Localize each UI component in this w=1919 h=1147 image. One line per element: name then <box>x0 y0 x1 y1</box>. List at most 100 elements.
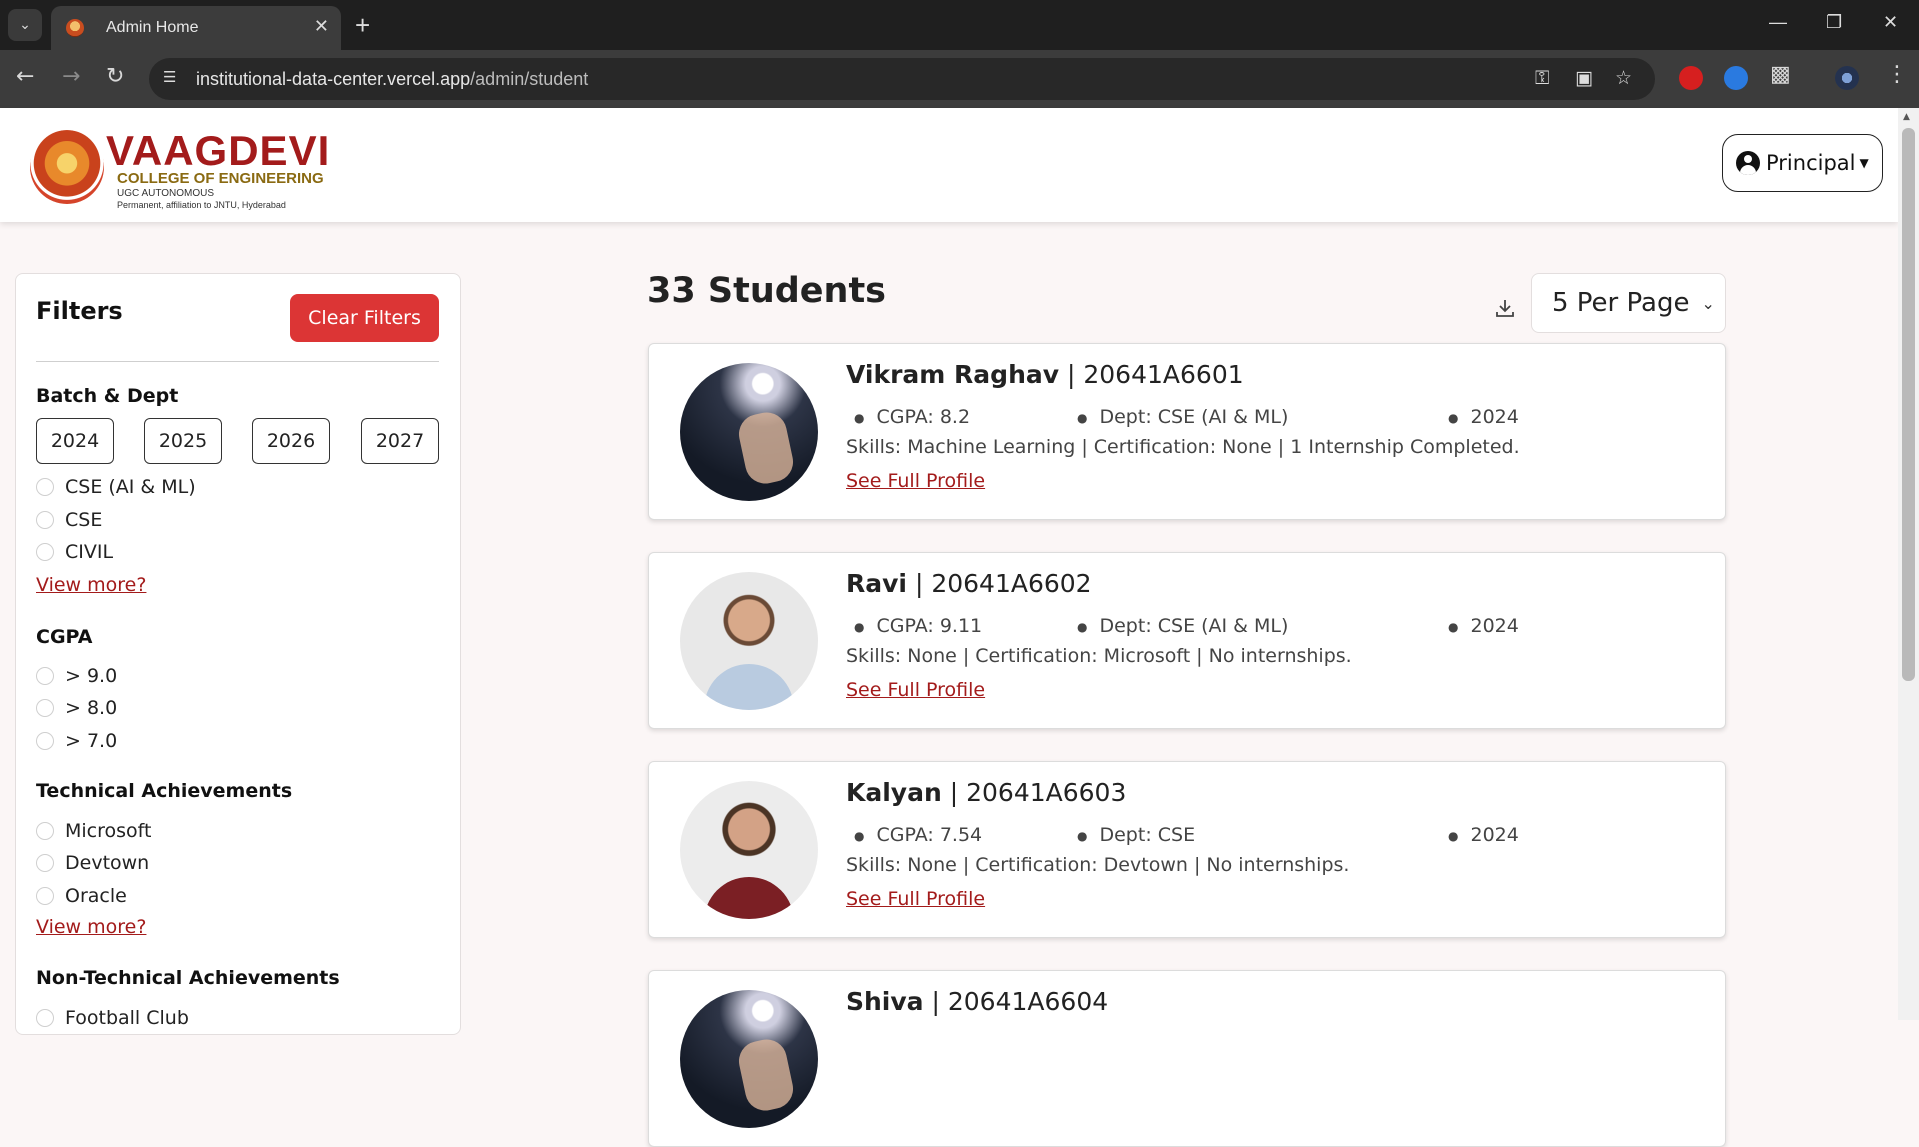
year-2026-button[interactable]: 2026 <box>252 418 330 464</box>
year-2024-button[interactable]: 2024 <box>36 418 114 464</box>
option-label: > 8.0 <box>65 697 118 719</box>
student-avatar <box>680 363 818 501</box>
url-path: /admin/student <box>470 69 589 89</box>
student-roll: 20641A6604 <box>947 987 1109 1016</box>
active-tab[interactable]: Admin Home ✕ <box>51 6 341 50</box>
extension-blue-icon[interactable] <box>1724 66 1748 90</box>
cgpa-option[interactable]: > 9.0 <box>36 664 117 688</box>
filters-panel: Filters Clear Filters Batch & Dept 2024 … <box>15 273 461 1035</box>
radio-button[interactable] <box>36 511 54 529</box>
dept-text: Dept: CSE <box>1099 824 1196 846</box>
site-info-icon[interactable]: ☰ <box>163 68 183 88</box>
radio-button[interactable] <box>36 667 54 685</box>
cgpa-text: CGPA: 8.2 <box>876 406 971 428</box>
student-avatar <box>680 572 818 710</box>
tab-search-button[interactable]: ⌄ <box>8 9 42 41</box>
user-circle-icon <box>1736 151 1760 175</box>
batch-dept-title: Batch & Dept <box>36 385 179 407</box>
cgpa-text: CGPA: 7.54 <box>876 824 983 846</box>
radio-button[interactable] <box>36 699 54 717</box>
favicon-icon <box>66 19 84 37</box>
option-label: > 7.0 <box>65 730 118 752</box>
student-name-line: Kalyan | 20641A6603 <box>846 778 1127 807</box>
student-name-line: Ravi | 20641A6602 <box>846 569 1092 598</box>
logo-ugc-text: UGC AUTONOMOUS <box>117 188 215 199</box>
install-app-icon[interactable]: ▣ <box>1575 67 1593 89</box>
radio-button[interactable] <box>36 543 54 561</box>
cgpa-option[interactable]: > 8.0 <box>36 696 117 720</box>
logo-title: VAAGDEVI <box>106 127 331 174</box>
student-dept: ● Dept: CSE (AI & ML) <box>1077 406 1289 428</box>
tab-title: Admin Home <box>106 19 199 36</box>
minimize-button[interactable]: — <box>1769 12 1787 33</box>
student-year: ● 2024 <box>1448 615 1519 637</box>
see-full-profile-link[interactable]: See Full Profile <box>846 888 985 910</box>
address-bar-row: ← → ↻ ☰ institutional-data-center.vercel… <box>0 50 1919 108</box>
scrollbar-thumb[interactable] <box>1902 128 1915 681</box>
user-menu-button[interactable]: Principal ▼ <box>1722 134 1883 192</box>
per-page-select[interactable]: 5 Per Page ⌄ <box>1531 273 1726 333</box>
radio-button[interactable] <box>36 854 54 872</box>
student-name: Kalyan <box>846 778 942 807</box>
radio-button[interactable] <box>36 822 54 840</box>
clear-filters-button[interactable]: Clear Filters <box>290 294 439 342</box>
tech-option[interactable]: Microsoft <box>36 819 151 843</box>
dept-option[interactable]: CSE <box>36 508 102 532</box>
year-2027-button[interactable]: 2027 <box>361 418 439 464</box>
option-label: CIVIL <box>65 541 114 563</box>
profile-avatar-icon[interactable] <box>1835 66 1859 90</box>
bookmark-star-icon[interactable]: ☆ <box>1615 67 1632 89</box>
forward-icon[interactable]: → <box>62 64 80 89</box>
dept-option[interactable]: CSE (AI & ML) <box>36 475 196 499</box>
dept-view-more-link[interactable]: View more? <box>36 574 146 596</box>
tech-option[interactable]: Devtown <box>36 851 149 875</box>
extensions-puzzle-icon[interactable]: ▩ <box>1770 62 1791 87</box>
browser-tab-bar: ⌄ Admin Home ✕ + — ❐ ✕ <box>0 0 1919 50</box>
download-icon[interactable] <box>1494 297 1516 319</box>
student-card: Ravi | 20641A6602 ● CGPA: 9.11 ● Dept: CSE… <box>648 552 1726 729</box>
close-tab-icon[interactable]: ✕ <box>314 16 329 37</box>
tech-view-more-link[interactable]: View more? <box>36 916 146 938</box>
radio-button[interactable] <box>36 1009 54 1027</box>
chevron-down-icon: ⌄ <box>1701 293 1715 313</box>
extension-adblock-icon[interactable] <box>1679 66 1703 90</box>
option-label: CSE (AI & ML) <box>65 476 196 498</box>
nontech-option[interactable]: Football Club <box>36 1006 189 1030</box>
new-tab-button[interactable]: + <box>355 10 370 41</box>
restore-button[interactable]: ❐ <box>1826 12 1842 33</box>
caret-down-icon: ▼ <box>1859 156 1869 170</box>
student-name: Ravi <box>846 569 907 598</box>
see-full-profile-link[interactable]: See Full Profile <box>846 470 985 492</box>
student-details: Skills: Machine Learning | Certification… <box>846 436 1520 458</box>
browser-menu-icon[interactable]: ⋮ <box>1886 62 1908 87</box>
option-label: Devtown <box>65 852 150 874</box>
filters-divider <box>36 361 439 362</box>
user-menu-label: Principal <box>1766 151 1856 175</box>
student-card: Kalyan | 20641A6603 ● CGPA: 7.54 ● Dept: C… <box>648 761 1726 938</box>
student-details: Skills: None | Certification: Microsoft … <box>846 645 1352 667</box>
year-text: 2024 <box>1470 615 1519 637</box>
student-count: 33 Students <box>647 271 887 311</box>
option-label: > 9.0 <box>65 665 118 687</box>
url-input[interactable]: ☰ institutional-data-center.vercel.app/a… <box>149 58 1655 100</box>
radio-button[interactable] <box>36 732 54 750</box>
cgpa-option[interactable]: > 7.0 <box>36 729 117 753</box>
see-full-profile-link[interactable]: See Full Profile <box>846 679 985 701</box>
dept-option[interactable]: CIVIL <box>36 540 113 564</box>
logo-affiliation-text: Permanent, affiliation to JNTU, Hyderaba… <box>117 200 286 210</box>
student-details: Skills: None | Certification: Devtown | … <box>846 854 1350 876</box>
reload-icon[interactable]: ↻ <box>106 64 124 89</box>
student-roll: 20641A6602 <box>931 569 1092 598</box>
scroll-up-icon[interactable]: ▲ <box>1903 112 1910 122</box>
radio-button[interactable] <box>36 478 54 496</box>
page-scrollbar[interactable]: ▲ <box>1898 108 1919 1020</box>
student-roll: 20641A6601 <box>1083 360 1244 389</box>
year-2025-button[interactable]: 2025 <box>144 418 222 464</box>
radio-button[interactable] <box>36 887 54 905</box>
url-text: institutional-data-center.vercel.app/adm… <box>196 69 588 90</box>
password-key-icon[interactable]: ⚿ <box>1535 67 1549 89</box>
tech-option[interactable]: Oracle <box>36 884 127 908</box>
close-window-button[interactable]: ✕ <box>1883 12 1898 33</box>
back-icon[interactable]: ← <box>16 64 34 89</box>
student-name-line: Vikram Raghav | 20641A6601 <box>846 360 1244 389</box>
